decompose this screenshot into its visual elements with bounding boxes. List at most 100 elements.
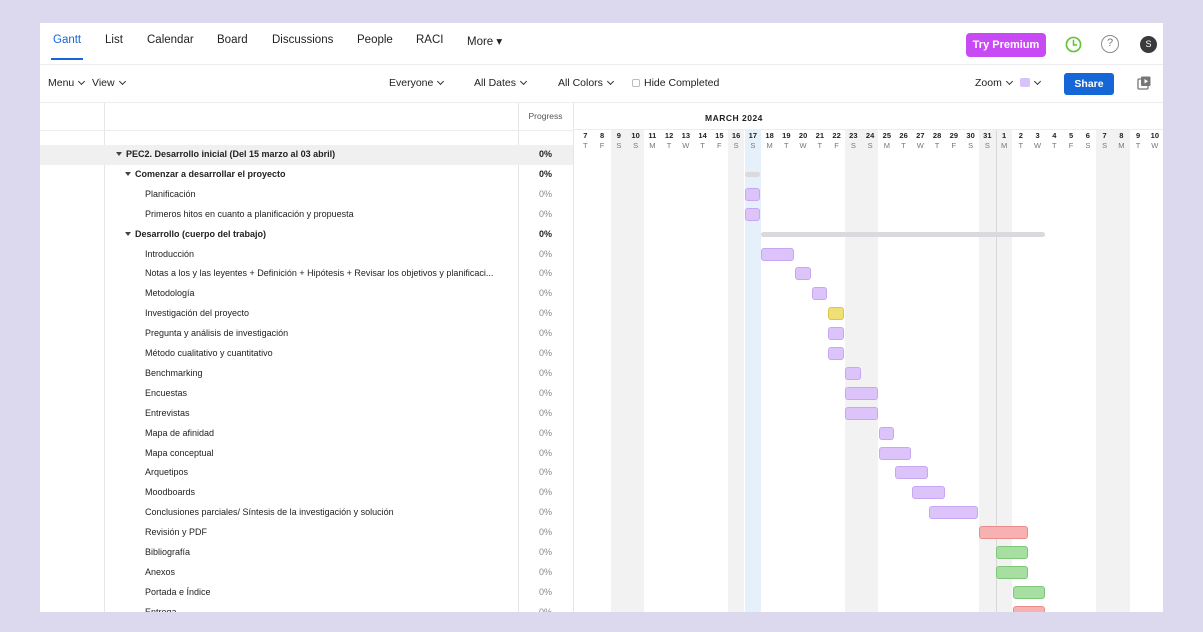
task-bar[interactable] (928, 506, 978, 520)
task-row[interactable]: Primeros hitos en cuanto a planificación… (40, 205, 573, 225)
task-name[interactable]: Entrevistas (145, 404, 190, 424)
task-row[interactable]: Método cualitativo y cuantitativo 0% (40, 344, 573, 364)
clock-icon[interactable] (1065, 36, 1082, 53)
task-bar[interactable] (878, 446, 911, 460)
task-bar[interactable] (811, 287, 828, 301)
task-bar[interactable] (828, 347, 844, 360)
task-name[interactable]: Metodología (145, 284, 195, 304)
task-name[interactable]: Moodboards (145, 483, 195, 503)
task-name[interactable]: Revisión y PDF (145, 523, 207, 543)
task-name[interactable]: Pregunta y análisis de investigación (145, 324, 288, 344)
task-name[interactable]: Comenzar a desarrollar el proyecto (125, 165, 286, 185)
task-name[interactable]: Desarrollo (cuerpo del trabajo) (125, 225, 266, 245)
tab-discussions[interactable]: Discussions (272, 34, 333, 46)
task-bar[interactable] (912, 486, 945, 500)
task-bar[interactable] (979, 526, 1029, 540)
task-name[interactable]: Entrega (145, 603, 177, 612)
task-name[interactable]: Planificación (145, 185, 196, 205)
task-row[interactable]: Encuestas 0% (40, 384, 573, 404)
collapse-triangle-icon[interactable] (125, 171, 131, 176)
task-progress: 0% (538, 268, 552, 279)
task-bar[interactable] (744, 207, 761, 221)
task-row[interactable]: Benchmarking 0% (40, 364, 573, 384)
task-row[interactable]: Planificación 0% (40, 185, 573, 205)
task-row[interactable]: Metodología 0% (40, 284, 573, 304)
task-bar[interactable] (828, 307, 844, 321)
task-name[interactable]: Mapa de afinidad (145, 424, 214, 444)
task-row[interactable]: Desarrollo (cuerpo del trabajo) 0% (40, 225, 573, 245)
task-name[interactable]: PEC2. Desarrollo inicial (Del 15 marzo a… (116, 145, 335, 165)
task-row[interactable]: Bibliografía 0% (40, 543, 573, 563)
task-row[interactable]: Anexos 0% (40, 563, 573, 583)
task-row[interactable]: Entrega 0% (40, 603, 573, 612)
tab-gantt[interactable]: Gantt (50, 34, 84, 60)
task-name[interactable]: Anexos (145, 563, 175, 583)
task-row[interactable]: Pregunta y análisis de investigación 0% (40, 324, 573, 344)
task-bar[interactable] (744, 187, 761, 201)
zoom-dropdown[interactable]: Zoom (975, 77, 1041, 89)
task-row[interactable]: Portada e Índice 0% (40, 583, 573, 603)
task-row[interactable]: Revisión y PDF 0% (40, 523, 573, 543)
view-dropdown[interactable]: View (92, 77, 126, 89)
tab-raci[interactable]: RACI (416, 34, 443, 46)
task-name[interactable]: Arquetipos (145, 463, 188, 483)
task-name[interactable]: Introducción (145, 245, 194, 265)
task-name[interactable]: Método cualitativo y cuantitativo (145, 344, 273, 364)
tab-calendar[interactable]: Calendar (147, 34, 194, 46)
all-dates-filter[interactable]: All Dates (474, 77, 528, 89)
collapse-triangle-icon[interactable] (116, 152, 122, 156)
task-bar[interactable] (1012, 605, 1045, 612)
task-name[interactable]: Bibliografía (145, 543, 190, 563)
help-icon[interactable]: ? (1101, 35, 1119, 53)
task-name[interactable]: Investigación del proyecto (145, 304, 249, 324)
tab-more[interactable]: More ▾ (467, 34, 502, 48)
checkbox-icon[interactable] (632, 79, 640, 87)
task-bar[interactable] (845, 386, 878, 400)
task-name[interactable]: Notas a los y las leyentes + Definición … (145, 264, 493, 284)
task-row[interactable]: Conclusiones parciales/ Síntesis de la i… (40, 503, 573, 523)
task-bar[interactable] (995, 565, 1029, 579)
task-bar[interactable] (995, 546, 1029, 559)
summary-bar[interactable] (761, 232, 1045, 238)
try-premium-button[interactable]: Try Premium (966, 33, 1046, 57)
hide-completed-toggle[interactable]: Hide Completed (632, 77, 719, 89)
task-bar[interactable] (1012, 585, 1045, 599)
all-colors-filter[interactable]: All Colors (558, 77, 614, 89)
task-name[interactable]: Benchmarking (145, 364, 203, 384)
collapse-triangle-icon[interactable] (125, 231, 131, 236)
task-row[interactable]: Notas a los y las leyentes + Definición … (40, 264, 573, 284)
task-bar[interactable] (828, 327, 844, 341)
day-number: 7 (583, 131, 588, 140)
tab-board[interactable]: Board (217, 34, 248, 46)
task-bar[interactable] (845, 366, 861, 380)
task-row[interactable]: PEC2. Desarrollo inicial (Del 15 marzo a… (40, 145, 573, 165)
task-name[interactable]: Portada e Índice (145, 583, 211, 603)
task-bar[interactable] (794, 267, 811, 281)
task-row[interactable]: Arquetipos 0% (40, 463, 573, 483)
task-row[interactable]: Comenzar a desarrollar el proyecto 0% (40, 165, 573, 185)
task-name[interactable]: Mapa conceptual (145, 444, 214, 464)
task-bar[interactable] (895, 466, 928, 480)
task-row[interactable]: Moodboards 0% (40, 483, 573, 503)
menu-dropdown[interactable]: Menu (48, 77, 86, 89)
task-bar[interactable] (878, 426, 895, 440)
share-button[interactable]: Share (1064, 73, 1114, 95)
present-icon[interactable] (1136, 75, 1152, 91)
task-row[interactable]: Introducción 0% (40, 245, 573, 265)
summary-bar[interactable] (744, 172, 761, 178)
task-name-label: Moodboards (145, 487, 196, 498)
avatar[interactable]: S (1140, 36, 1157, 53)
tab-list[interactable]: List (105, 34, 123, 46)
task-row[interactable]: Entrevistas 0% (40, 404, 573, 424)
task-row[interactable]: Mapa de afinidad 0% (40, 424, 573, 444)
task-row[interactable]: Investigación del proyecto 0% (40, 304, 573, 324)
tab-people[interactable]: People (357, 34, 393, 46)
task-name[interactable]: Primeros hitos en cuanto a planificación… (145, 205, 354, 225)
everyone-filter[interactable]: Everyone (389, 77, 445, 89)
task-row[interactable]: Mapa conceptual 0% (40, 444, 573, 464)
task-progress: 0% (538, 427, 552, 438)
task-bar[interactable] (845, 406, 878, 420)
task-name[interactable]: Encuestas (145, 384, 187, 404)
task-name[interactable]: Conclusiones parciales/ Síntesis de la i… (145, 503, 394, 523)
task-bar[interactable] (761, 247, 794, 261)
